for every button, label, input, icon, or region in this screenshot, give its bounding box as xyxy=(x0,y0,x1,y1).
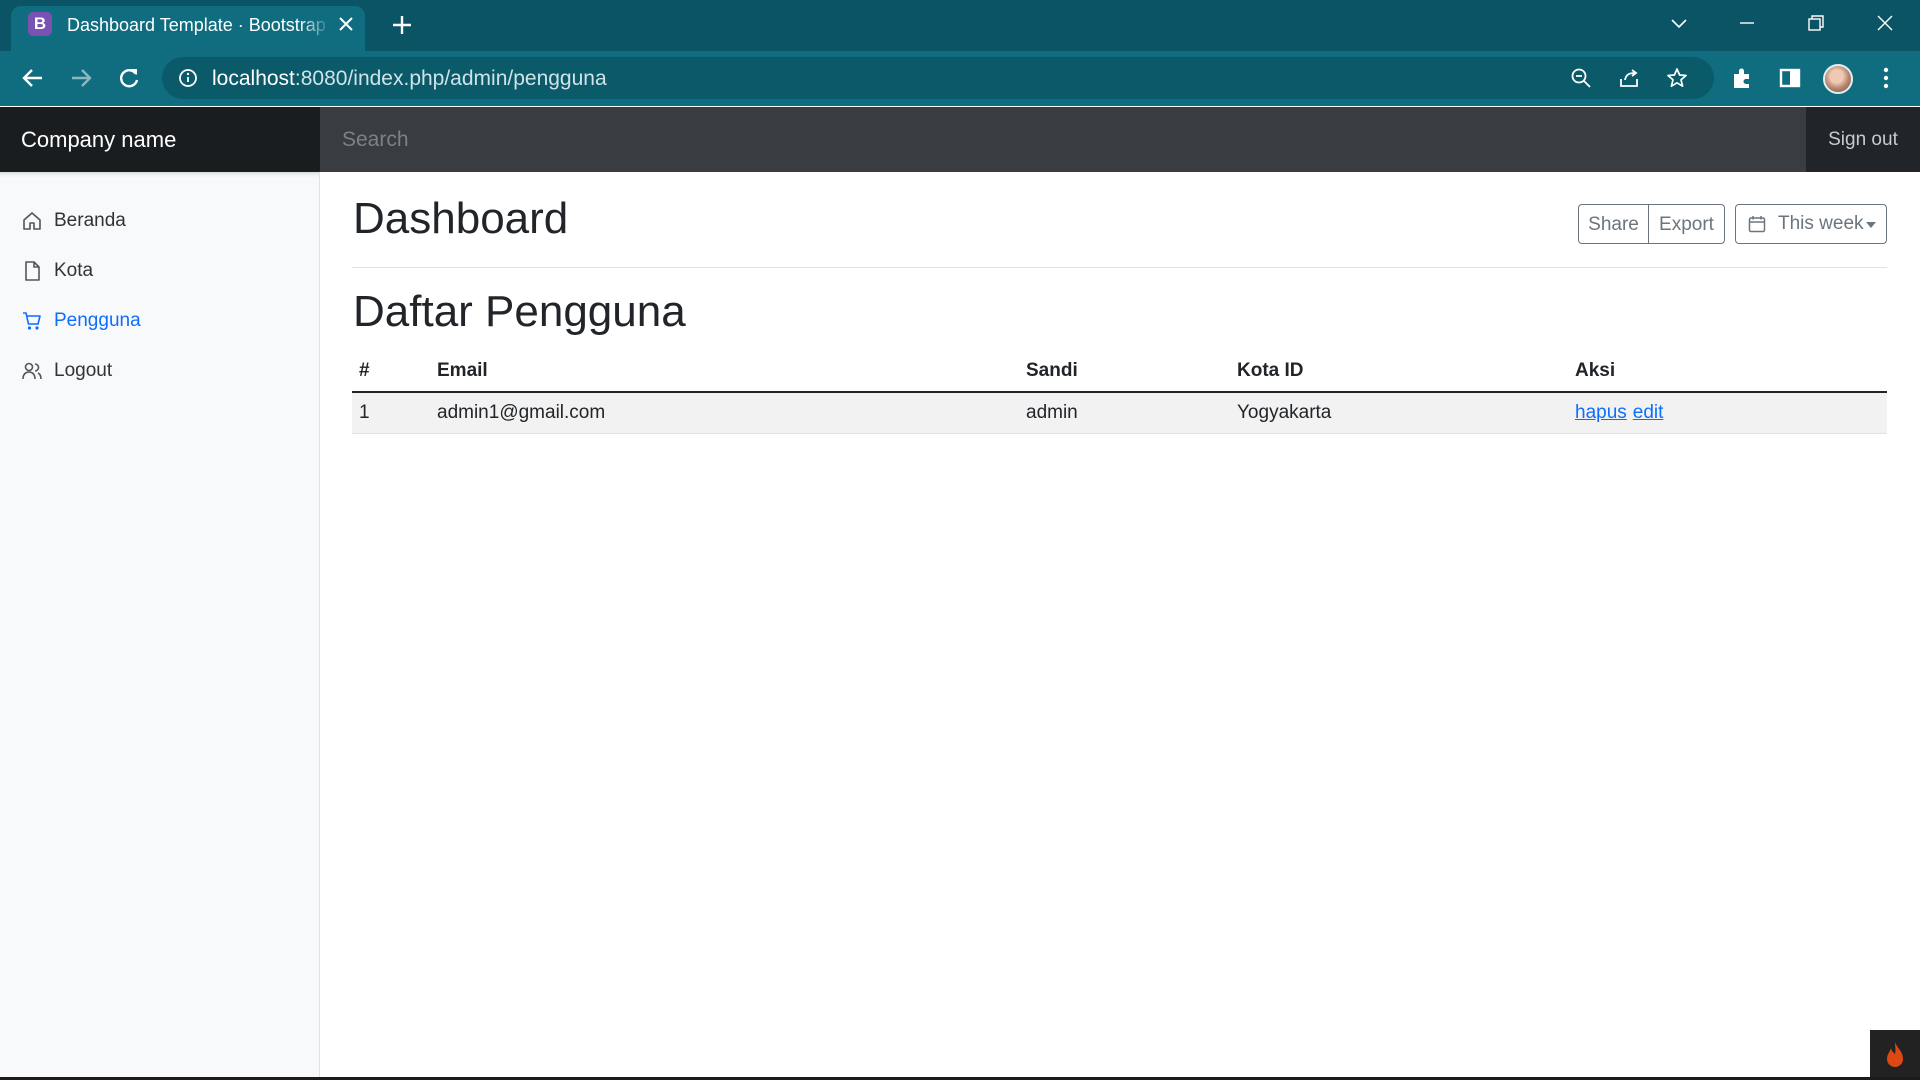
tab-title: Dashboard Template · Bootstrap v5 xyxy=(67,15,331,35)
row-number: 1 xyxy=(352,392,430,434)
sidebar: Beranda Kota Pengguna Logout xyxy=(0,172,320,1080)
bookmark-star-icon[interactable] xyxy=(1666,67,1688,89)
section-title: Daftar Pengguna xyxy=(353,287,686,336)
sidebar-item-label: Logout xyxy=(54,360,113,381)
close-icon[interactable] xyxy=(336,14,356,34)
restore-icon[interactable] xyxy=(1805,12,1827,34)
sidebar-item-logout[interactable]: Logout xyxy=(0,349,319,393)
back-arrow-icon[interactable] xyxy=(20,65,46,91)
sidebar-item-label: Pengguna xyxy=(54,310,141,331)
url-host: localhost xyxy=(212,67,295,90)
share-icon[interactable] xyxy=(1618,67,1640,89)
sidebar-item-beranda[interactable]: Beranda xyxy=(0,199,319,243)
file-icon xyxy=(25,261,40,281)
table-row: 1 admin1@gmail.com admin Yogyakarta hapu… xyxy=(352,392,1887,434)
sign-out-link[interactable]: Sign out xyxy=(1806,107,1920,172)
page-title: Dashboard xyxy=(353,194,569,243)
sidebar-item-pengguna[interactable]: Pengguna xyxy=(0,299,319,343)
main-content: Dashboard Share Export This week Daftar … xyxy=(320,172,1920,1080)
flame-icon xyxy=(1887,1042,1903,1067)
debug-toolbar-toggle[interactable] xyxy=(1870,1030,1920,1080)
calendar-icon xyxy=(1748,216,1766,233)
column-header: # xyxy=(352,351,430,393)
header-divider xyxy=(352,267,1887,268)
edit-link[interactable]: edit xyxy=(1633,402,1664,423)
sidebar-item-label: Kota xyxy=(54,260,94,281)
more-menu-icon[interactable] xyxy=(1873,65,1899,91)
profile-avatar[interactable] xyxy=(1823,64,1853,94)
bootstrap-favicon-icon: B xyxy=(28,12,52,36)
share-button[interactable]: Share xyxy=(1578,204,1649,244)
browser-tabstrip: B Dashboard Template · Bootstrap v5 xyxy=(0,0,1920,51)
row-actions: hapus edit xyxy=(1568,392,1887,434)
zoom-out-icon[interactable] xyxy=(1570,67,1592,89)
url-text[interactable]: localhost:8080/index.php/admin/pengguna xyxy=(212,67,607,91)
column-header: Kota ID xyxy=(1230,351,1568,393)
this-week-label: This week xyxy=(1778,213,1864,234)
column-header: Aksi xyxy=(1568,351,1887,393)
top-navbar: Company name Sign out xyxy=(0,107,1920,172)
minimize-icon[interactable] xyxy=(1736,12,1758,34)
row-sandi: admin xyxy=(1019,392,1230,434)
search-input[interactable] xyxy=(320,107,1806,172)
extensions-puzzle-icon[interactable] xyxy=(1729,65,1755,91)
chevron-down-icon xyxy=(1866,222,1876,228)
forward-arrow-icon[interactable] xyxy=(68,65,94,91)
browser-toolbar: localhost:8080/index.php/admin/pengguna xyxy=(0,51,1920,158)
users-table: # Email Sandi Kota ID Aksi 1 admin1@gmai… xyxy=(352,351,1887,434)
this-week-dropdown[interactable]: This week xyxy=(1735,204,1887,244)
reload-icon[interactable] xyxy=(116,65,142,91)
sidebar-item-label: Beranda xyxy=(54,210,126,231)
address-bar[interactable]: localhost:8080/index.php/admin/pengguna xyxy=(162,57,1714,99)
site-info-icon[interactable] xyxy=(178,68,198,88)
browser-tab[interactable]: B Dashboard Template · Bootstrap v5 xyxy=(11,6,365,51)
cart-icon xyxy=(23,312,41,330)
brand-link[interactable]: Company name xyxy=(0,107,320,172)
new-tab-icon[interactable] xyxy=(391,14,413,36)
home-icon xyxy=(23,212,41,230)
column-header: Sandi xyxy=(1019,351,1230,393)
column-header: Email xyxy=(430,351,1019,393)
row-email: admin1@gmail.com xyxy=(430,392,1019,434)
export-button[interactable]: Export xyxy=(1648,204,1725,244)
users-icon xyxy=(22,362,42,380)
url-path: :8080/index.php/admin/pengguna xyxy=(294,67,607,90)
sidebar-item-kota[interactable]: Kota xyxy=(0,249,319,293)
tab-search-chevron-icon[interactable] xyxy=(1668,12,1690,34)
window-close-icon[interactable] xyxy=(1874,12,1896,34)
row-kota: Yogyakarta xyxy=(1230,392,1568,434)
hapus-link[interactable]: hapus xyxy=(1575,402,1627,423)
table-header-row: # Email Sandi Kota ID Aksi xyxy=(352,351,1887,393)
side-panel-icon[interactable] xyxy=(1777,65,1803,91)
